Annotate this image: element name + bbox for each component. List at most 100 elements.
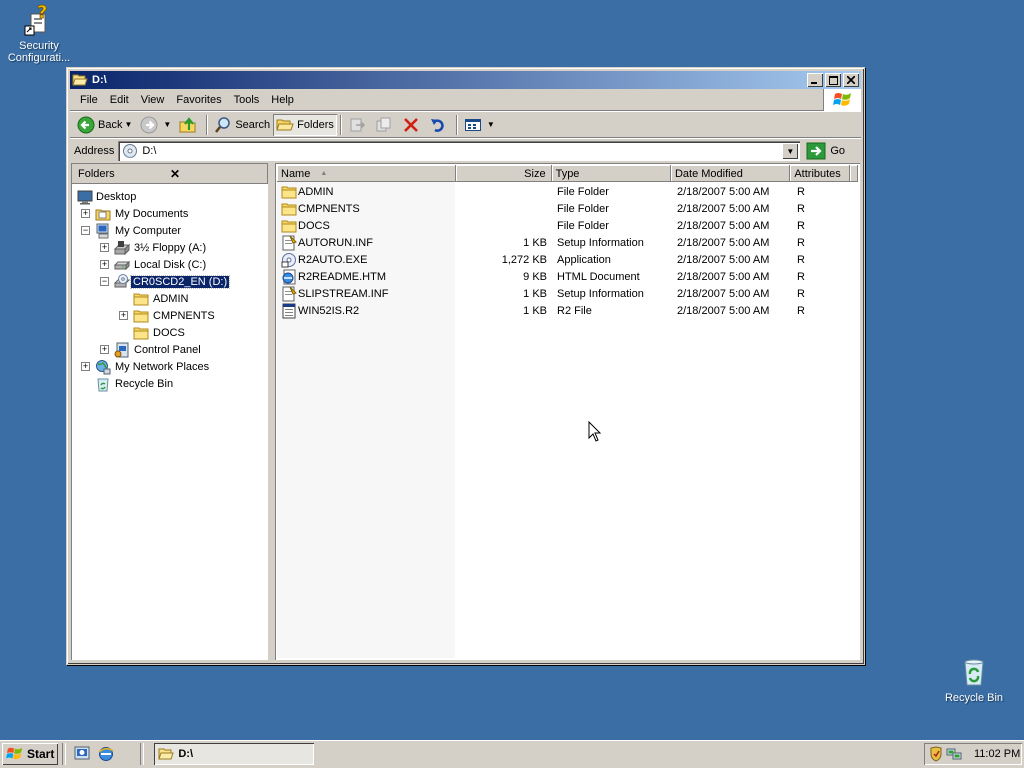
folder-icon xyxy=(281,201,297,217)
column-header-size[interactable]: Size xyxy=(456,165,552,182)
column-header-name[interactable]: Name ▲ xyxy=(277,165,456,182)
tree-item-floppy[interactable]: + 3½ Floppy (A:) xyxy=(71,239,268,256)
column-header-date-modified[interactable]: Date Modified xyxy=(671,165,790,182)
file-name: R2AUTO.EXE xyxy=(298,253,368,266)
expand-plus-icon[interactable]: + xyxy=(100,260,109,269)
chevron-down-icon[interactable]: ▼ xyxy=(487,120,495,129)
search-button[interactable]: Search xyxy=(211,114,273,136)
file-attributes-cell: R xyxy=(797,287,805,300)
file-name-cell[interactable]: ADMIN xyxy=(277,183,457,200)
views-button[interactable]: ▼ xyxy=(461,114,500,136)
file-row[interactable]: AUTORUN.INF 1 KB Setup Information 2/18/200… xyxy=(277,234,858,251)
column-header-attributes[interactable]: Attributes xyxy=(790,165,850,182)
hard-disk-icon xyxy=(114,257,130,273)
recycle-bin-icon xyxy=(958,656,990,688)
file-row[interactable]: R2AUTO.EXE 1,272 KB Application 2/18/2007 5… xyxy=(277,251,858,268)
title-bar[interactable]: D:\ xyxy=(70,71,861,89)
chevron-down-icon[interactable]: ▼ xyxy=(163,120,171,129)
pane-splitter[interactable] xyxy=(268,163,275,660)
menu-help[interactable]: Help xyxy=(265,92,300,108)
file-date-cell: 2/18/2007 5:00 AM xyxy=(677,304,770,317)
file-size-cell: 9 KB xyxy=(523,270,547,283)
file-name-cell[interactable]: R2README.HTM xyxy=(277,268,457,285)
up-folder-button[interactable] xyxy=(176,114,203,136)
close-icon xyxy=(847,76,855,84)
expand-plus-icon[interactable]: + xyxy=(119,311,128,320)
tree-item-local-disk[interactable]: + Local Disk (C:) xyxy=(71,256,268,273)
taskbar-clock[interactable]: 11:02 PM xyxy=(974,748,1020,760)
mouse-cursor-icon xyxy=(588,421,602,442)
go-button[interactable]: Go xyxy=(806,142,845,160)
expand-plus-icon[interactable]: + xyxy=(100,243,109,252)
forward-button[interactable]: ▼ xyxy=(137,114,176,136)
taskbar-button-explorer[interactable]: D:\ xyxy=(154,743,315,765)
tree-item-docs[interactable]: DOCS xyxy=(71,324,268,341)
minimize-button[interactable] xyxy=(807,73,823,87)
file-type-cell: R2 File xyxy=(557,304,592,317)
file-name-cell[interactable]: CMPNENTS xyxy=(277,200,457,217)
tree-item-cd-drive[interactable]: − CR0SCD2_EN (D:) xyxy=(71,273,268,290)
start-button[interactable]: Start xyxy=(2,743,58,765)
file-row[interactable]: CMPNENTS File Folder 2/18/2007 5:00 AM R xyxy=(277,200,858,217)
collapse-minus-icon[interactable]: − xyxy=(81,226,90,235)
folders-button[interactable]: Folders xyxy=(273,113,337,136)
file-row[interactable]: WIN52IS.R2 1 KB R2 File 2/18/2007 5:00 AM R xyxy=(277,302,858,319)
expand-plus-icon[interactable]: + xyxy=(81,362,90,371)
desktop-icon-recycle-bin[interactable]: Recycle Bin xyxy=(932,656,1016,704)
tree-item-label: Local Disk (C:) xyxy=(134,258,207,271)
quicklaunch-internet-explorer-icon[interactable] xyxy=(97,745,115,763)
collapse-minus-icon[interactable]: − xyxy=(100,277,109,286)
maximize-button[interactable] xyxy=(825,73,841,87)
menu-favorites[interactable]: Favorites xyxy=(170,92,227,108)
back-button[interactable]: Back ▼ xyxy=(74,114,137,136)
folder-icon xyxy=(281,218,297,234)
tree-item-my-documents[interactable]: + My Documents xyxy=(71,205,268,222)
tree-item-recycle-bin[interactable]: Recycle Bin xyxy=(71,375,268,392)
menu-file[interactable]: File xyxy=(74,92,104,108)
undo-button[interactable] xyxy=(426,114,453,136)
chevron-down-icon[interactable]: ▼ xyxy=(124,120,132,129)
move-to-button[interactable] xyxy=(345,114,372,136)
file-name-cell[interactable]: AUTORUN.INF xyxy=(277,234,457,251)
expand-plus-icon[interactable]: + xyxy=(100,345,109,354)
tree-item-desktop[interactable]: Desktop xyxy=(71,188,268,205)
file-type-cell: Setup Information xyxy=(557,236,644,249)
file-name-cell[interactable]: DOCS xyxy=(277,217,457,234)
column-headers: Name ▲ Size Type Date Modified Attribute… xyxy=(277,165,858,182)
tree-item-cmpnents[interactable]: + CMPNENTS xyxy=(71,307,268,324)
address-label: Address xyxy=(74,145,115,157)
menu-edit[interactable]: Edit xyxy=(104,92,135,108)
file-name-cell[interactable]: R2AUTO.EXE xyxy=(277,251,457,268)
menu-view[interactable]: View xyxy=(135,92,171,108)
file-name-cell[interactable]: SLIPSTREAM.INF xyxy=(277,285,457,302)
file-row[interactable]: R2README.HTM 9 KB HTML Document 2/18/2007 5… xyxy=(277,268,858,285)
copy-to-button[interactable] xyxy=(372,114,399,136)
file-list-pane: Name ▲ Size Type Date Modified Attribute… xyxy=(275,163,860,660)
file-row[interactable]: ADMIN File Folder 2/18/2007 5:00 AM R xyxy=(277,183,858,200)
file-row[interactable]: DOCS File Folder 2/18/2007 5:00 AM R xyxy=(277,217,858,234)
tray-security-icon[interactable] xyxy=(928,746,944,762)
expand-plus-icon[interactable]: + xyxy=(81,209,90,218)
go-label: Go xyxy=(830,145,846,157)
delete-button[interactable] xyxy=(399,114,426,136)
quicklaunch-show-desktop-icon[interactable] xyxy=(73,745,91,763)
close-button[interactable] xyxy=(843,73,859,87)
file-name-cell[interactable]: WIN52IS.R2 xyxy=(277,302,457,319)
tree-item-label: ADMIN xyxy=(153,292,189,305)
menu-tools[interactable]: Tools xyxy=(228,92,266,108)
close-pane-icon[interactable]: ✕ xyxy=(170,167,262,181)
tree-item-my-computer[interactable]: − My Computer xyxy=(71,222,268,239)
tree-item-admin[interactable]: ADMIN xyxy=(71,290,268,307)
address-input[interactable]: D:\ ▼ xyxy=(118,141,801,161)
address-dropdown-button[interactable]: ▼ xyxy=(782,143,799,159)
tree-item-network-places[interactable]: + My Network Places xyxy=(71,358,268,375)
standard-toolbar: Back ▼ ▼ Search Folders ▼ xyxy=(70,112,861,138)
tree-item-control-panel[interactable]: + Control Panel xyxy=(71,341,268,358)
tray-network-icon[interactable] xyxy=(946,746,962,762)
file-row[interactable]: SLIPSTREAM.INF 1 KB Setup Information 2/18/… xyxy=(277,285,858,302)
file-date-cell: 2/18/2007 5:00 AM xyxy=(677,287,770,300)
desktop-icon-security-configuration[interactable]: ? Security Configurati... xyxy=(0,4,81,64)
column-header-type[interactable]: Type xyxy=(552,165,671,182)
file-attributes-cell: R xyxy=(797,304,805,317)
folders-pane-title: Folders xyxy=(78,167,115,180)
